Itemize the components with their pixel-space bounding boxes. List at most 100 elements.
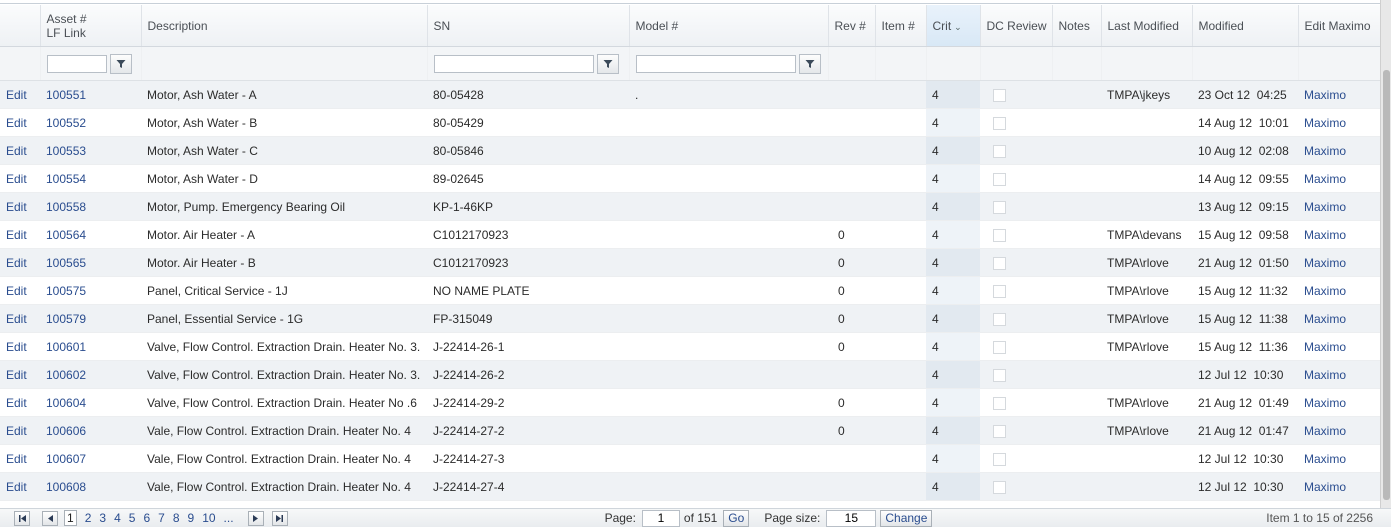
maximo-link[interactable]: Maximo: [1304, 480, 1346, 494]
edit-link[interactable]: Edit: [6, 424, 27, 438]
dc-review-checkbox[interactable]: [993, 340, 1006, 354]
edit-link[interactable]: Edit: [6, 200, 27, 214]
asset-link[interactable]: 100575: [46, 284, 86, 298]
asset-link[interactable]: 100554: [46, 172, 86, 186]
model-filter-input[interactable]: [635, 54, 796, 73]
maximo-link[interactable]: Maximo: [1304, 424, 1346, 438]
edit-link-cell: Edit: [0, 192, 40, 221]
edit-link[interactable]: Edit: [6, 228, 27, 242]
page-number-link[interactable]: 7: [158, 511, 165, 525]
asset-link[interactable]: 100606: [46, 424, 86, 438]
maximo-link[interactable]: Maximo: [1304, 340, 1346, 354]
maximo-link[interactable]: Maximo: [1304, 396, 1346, 410]
asset-link[interactable]: 100565: [46, 256, 86, 270]
asset-link[interactable]: 100558: [46, 200, 86, 214]
dc-review-checkbox[interactable]: [993, 256, 1006, 270]
next-page-icon[interactable]: [247, 510, 264, 526]
edit-link[interactable]: Edit: [6, 480, 27, 494]
maximo-link[interactable]: Maximo: [1304, 200, 1346, 214]
first-page-icon[interactable]: [14, 510, 30, 526]
asset-link[interactable]: 100601: [46, 340, 86, 354]
maximo-link[interactable]: Maximo: [1304, 228, 1346, 242]
asset-link[interactable]: 100602: [46, 368, 86, 382]
column-header-sn[interactable]: SN: [427, 5, 630, 47]
page-number-link[interactable]: 10: [202, 511, 215, 525]
column-header-item[interactable]: Item #: [875, 5, 927, 47]
maximo-link[interactable]: Maximo: [1304, 172, 1346, 186]
maximo-link[interactable]: Maximo: [1304, 284, 1346, 298]
asset-link[interactable]: 100604: [46, 396, 86, 410]
edit-link[interactable]: Edit: [6, 452, 27, 466]
edit-link[interactable]: Edit: [6, 284, 27, 298]
edit-link[interactable]: Edit: [6, 396, 27, 410]
dc-review-checkbox[interactable]: [993, 116, 1006, 130]
page-number-link[interactable]: 9: [188, 511, 195, 525]
filter-funnel-icon[interactable]: [798, 53, 821, 74]
edit-link[interactable]: Edit: [6, 88, 27, 102]
column-header-asset[interactable]: Asset # LF Link: [40, 5, 142, 47]
dc-review-checkbox[interactable]: [993, 172, 1006, 186]
dc-review-checkbox[interactable]: [993, 480, 1006, 494]
dc-review-checkbox[interactable]: [993, 144, 1006, 158]
change-button[interactable]: Change: [880, 509, 933, 527]
dc-review-checkbox[interactable]: [993, 284, 1006, 298]
column-header-notes[interactable]: Notes: [1052, 5, 1102, 47]
maximo-link[interactable]: Maximo: [1304, 312, 1346, 326]
dc-review-checkbox[interactable]: [993, 396, 1006, 410]
edit-link[interactable]: Edit: [6, 116, 27, 130]
edit-link[interactable]: Edit: [6, 172, 27, 186]
filter-funnel-icon[interactable]: [596, 53, 619, 74]
asset-link[interactable]: 100551: [46, 88, 86, 102]
asset-link[interactable]: 100564: [46, 228, 86, 242]
scrollbar-thumb[interactable]: [1383, 70, 1390, 500]
sn-filter-input[interactable]: [433, 54, 594, 73]
maximo-link[interactable]: Maximo: [1304, 452, 1346, 466]
column-header-modified[interactable]: Modified: [1192, 5, 1299, 47]
page-number-link[interactable]: ...: [224, 511, 234, 525]
last-page-icon[interactable]: [271, 510, 288, 526]
dc-review-checkbox[interactable]: [993, 228, 1006, 242]
column-header-description[interactable]: Description: [141, 5, 428, 47]
vertical-scrollbar[interactable]: [1380, 0, 1391, 508]
maximo-link[interactable]: Maximo: [1304, 116, 1346, 130]
edit-link[interactable]: Edit: [6, 256, 27, 270]
column-header-dc-review[interactable]: DC Review: [980, 5, 1053, 47]
asset-link[interactable]: 100607: [46, 452, 86, 466]
dc-review-checkbox[interactable]: [993, 368, 1006, 382]
dc-review-checkbox[interactable]: [993, 424, 1006, 438]
dc-review-checkbox[interactable]: [993, 452, 1006, 466]
asset-link[interactable]: 100608: [46, 480, 86, 494]
page-number-link[interactable]: 4: [114, 511, 121, 525]
page-size-input[interactable]: [826, 509, 877, 527]
current-page-number[interactable]: 1: [64, 510, 77, 526]
column-header-edit-maximo[interactable]: Edit Maximo: [1298, 5, 1382, 47]
previous-page-icon[interactable]: [42, 510, 58, 526]
filter-funnel-icon[interactable]: [109, 53, 132, 74]
page-number-input[interactable]: [641, 509, 680, 527]
column-header-model[interactable]: Model #: [629, 5, 829, 47]
page-number-link[interactable]: 2: [85, 511, 92, 525]
page-number-link[interactable]: 6: [143, 511, 150, 525]
asset-link[interactable]: 100553: [46, 144, 86, 158]
dc-review-checkbox[interactable]: [993, 88, 1006, 102]
dc-review-checkbox[interactable]: [993, 312, 1006, 326]
edit-link[interactable]: Edit: [6, 368, 27, 382]
maximo-link[interactable]: Maximo: [1304, 368, 1346, 382]
maximo-link[interactable]: Maximo: [1304, 144, 1346, 158]
asset-link[interactable]: 100579: [46, 312, 86, 326]
asset-link[interactable]: 100552: [46, 116, 86, 130]
column-header-crit[interactable]: Crit ⌄: [926, 5, 981, 47]
go-button[interactable]: Go: [723, 509, 750, 527]
edit-link[interactable]: Edit: [6, 312, 27, 326]
page-number-link[interactable]: 5: [129, 511, 136, 525]
maximo-link[interactable]: Maximo: [1304, 88, 1346, 102]
column-header-rev[interactable]: Rev #: [828, 5, 876, 47]
column-header-last-modified[interactable]: Last Modified: [1101, 5, 1193, 47]
edit-link[interactable]: Edit: [6, 144, 27, 158]
page-number-link[interactable]: 3: [99, 511, 106, 525]
asset-filter-input[interactable]: [46, 54, 107, 73]
edit-link[interactable]: Edit: [6, 340, 27, 354]
page-number-link[interactable]: 8: [173, 511, 180, 525]
maximo-link[interactable]: Maximo: [1304, 256, 1346, 270]
dc-review-checkbox[interactable]: [993, 200, 1006, 214]
